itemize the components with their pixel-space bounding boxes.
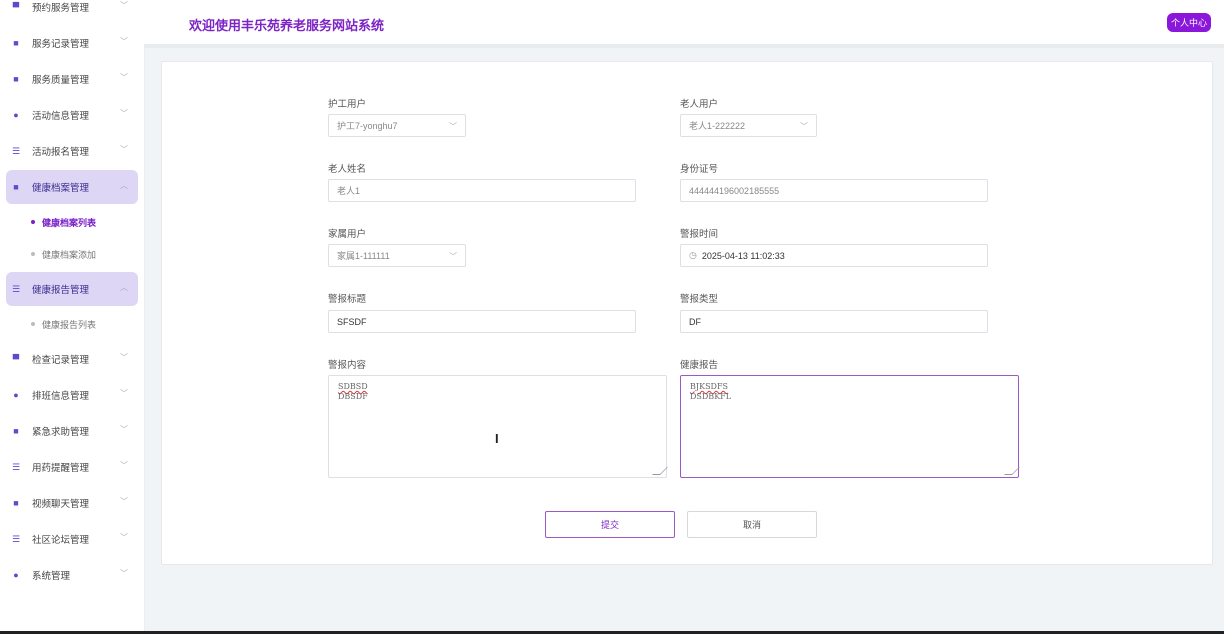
page-title: 欢迎使用丰乐苑养老服务网站系统 xyxy=(189,18,385,33)
sidebar-item-appointment-service[interactable]: ▀ 预约服务管理 ﹀ xyxy=(6,0,138,24)
cancel-button[interactable]: 取消 xyxy=(687,511,817,538)
chevron-down-icon: ﹀ xyxy=(120,533,128,542)
family-label: 家属用户 xyxy=(328,229,367,240)
text-cursor-icon: I xyxy=(495,431,499,446)
caregiver-select[interactable]: 护工7-yonghu7 ﹀ xyxy=(328,114,466,137)
textarea-line: DSDBKFL xyxy=(690,392,732,401)
chevron-down-icon: ﹀ xyxy=(120,1,128,10)
elder-select[interactable]: 老人1-222222 ﹀ xyxy=(680,114,817,137)
chevron-up-icon: ︿ xyxy=(120,181,128,190)
textarea-line: BJKSDFS xyxy=(690,382,728,391)
sidebar-item-medication[interactable]: ☰ 用药提醒管理 ﹀ xyxy=(6,450,138,484)
list-icon: ☰ xyxy=(11,461,21,472)
sidebar-item-service-record[interactable]: ■ 服务记录管理 ﹀ xyxy=(6,26,138,60)
sidebar-item-health-archive[interactable]: ■ 健康档案管理 ︿ xyxy=(6,170,138,204)
list-icon: ☰ xyxy=(11,145,21,156)
sidebar-item-forum[interactable]: ☰ 社区论坛管理 ﹀ xyxy=(6,522,138,556)
family-select[interactable]: 家属1-111111 ﹀ xyxy=(328,244,466,267)
chevron-down-icon: ﹀ xyxy=(120,109,128,118)
elder-name-label: 老人姓名 xyxy=(328,164,367,175)
bullet-icon xyxy=(31,220,35,224)
alarm-time-label: 警报时间 xyxy=(680,229,719,240)
sidebar-item-emergency[interactable]: ■ 紧急求助管理 ﹀ xyxy=(6,414,138,448)
chevron-down-icon: ﹀ xyxy=(449,122,457,131)
chevron-down-icon: ﹀ xyxy=(800,122,808,131)
sidebar-item-activity-signup[interactable]: ☰ 活动报名管理 ﹀ xyxy=(6,134,138,168)
sidebar-item-health-report[interactable]: ☰ 健康报告管理 ︿ xyxy=(6,272,138,306)
sidebar-item-schedule[interactable]: ● 排班信息管理 ﹀ xyxy=(6,378,138,412)
sidebar-item-service-quality[interactable]: ■ 服务质量管理 ﹀ xyxy=(6,62,138,96)
list-icon: ▀ xyxy=(12,2,20,12)
record-icon: ■ xyxy=(13,498,19,508)
caregiver-label: 护工用户 xyxy=(328,99,367,110)
alarm-type-input[interactable]: DF xyxy=(680,310,988,333)
drop-icon: ● xyxy=(13,110,19,120)
submit-button[interactable]: 提交 xyxy=(545,511,675,538)
sidebar-item-system[interactable]: ● 系统管理 ﹀ xyxy=(6,558,138,592)
user-center-button[interactable]: 个人中心 xyxy=(1167,13,1211,32)
alarm-time-picker[interactable]: ◷ 2025-04-13 11:02:33 xyxy=(680,244,988,267)
chevron-down-icon: ﹀ xyxy=(120,73,128,82)
sidebar-item-activity-info[interactable]: ● 活动信息管理 ﹀ xyxy=(6,98,138,132)
drop-icon: ● xyxy=(13,570,19,580)
chevron-down-icon: ﹀ xyxy=(120,353,128,362)
list-icon: ☰ xyxy=(11,533,21,544)
clock-icon: ◷ xyxy=(689,250,697,260)
sidebar-subitem-health-report-list[interactable]: 健康报告列表 xyxy=(0,308,144,340)
chevron-down-icon: ﹀ xyxy=(120,37,128,46)
resize-handle-icon[interactable] xyxy=(652,467,668,475)
elder-label: 老人用户 xyxy=(680,99,719,110)
chevron-down-icon: ﹀ xyxy=(120,569,128,578)
alarm-title-label: 警报标题 xyxy=(328,294,367,305)
chevron-down-icon: ﹀ xyxy=(120,461,128,470)
alarm-title-input[interactable]: SFSDF xyxy=(328,310,636,333)
top-bar: 欢迎使用丰乐苑养老服务网站系统 个人中心 xyxy=(144,0,1224,48)
sidebar-item-check-record[interactable]: ▀ 检查记录管理 ﹀ xyxy=(6,342,138,376)
record-icon: ■ xyxy=(13,38,19,48)
health-report-textarea[interactable]: BJKSDFS DSDBKFL xyxy=(680,375,1020,478)
sidebar-subitem-health-archive-list[interactable]: 健康档案列表 xyxy=(0,206,144,238)
chevron-down-icon: ﹀ xyxy=(449,252,457,261)
alarm-content-textarea[interactable]: SDBSD DBSDF xyxy=(328,375,668,478)
sidebar-item-video-chat[interactable]: ■ 视频聊天管理 ﹀ xyxy=(6,486,138,520)
health-report-label: 健康报告 xyxy=(680,360,719,371)
chevron-up-icon: ︿ xyxy=(120,283,128,292)
chevron-down-icon: ﹀ xyxy=(120,145,128,154)
record-icon: ■ xyxy=(13,182,19,192)
id-number-input[interactable]: 444444196002185555 xyxy=(680,179,988,202)
alarm-type-label: 警报类型 xyxy=(680,294,719,305)
sidebar: ▀ 预约服务管理 ﹀ ■ 服务记录管理 ﹀ ■ 服务质量管理 ﹀ ● 活动信息管理 ﹀ ☰ 活动报… xyxy=(0,0,145,634)
chevron-down-icon: ﹀ xyxy=(120,497,128,506)
elder-name-input[interactable]: 老人1 xyxy=(328,179,636,202)
record-icon: ■ xyxy=(13,426,19,436)
textarea-line: SDBSD xyxy=(338,382,368,391)
alarm-content-label: 警报内容 xyxy=(328,360,367,371)
bullet-icon xyxy=(31,252,35,256)
chevron-down-icon: ﹀ xyxy=(120,389,128,398)
sidebar-subitem-health-archive-add[interactable]: 健康档案添加 xyxy=(0,238,144,270)
quality-icon: ■ xyxy=(13,74,19,84)
textarea-line: DBSDF xyxy=(338,392,368,401)
resize-handle-icon[interactable] xyxy=(1004,467,1020,475)
list-icon: ☰ xyxy=(11,283,21,294)
list-icon: ▀ xyxy=(12,354,20,364)
chevron-down-icon: ﹀ xyxy=(120,425,128,434)
bullet-icon xyxy=(31,322,35,326)
drop-icon: ● xyxy=(13,390,19,400)
id-number-label: 身份证号 xyxy=(680,164,719,175)
